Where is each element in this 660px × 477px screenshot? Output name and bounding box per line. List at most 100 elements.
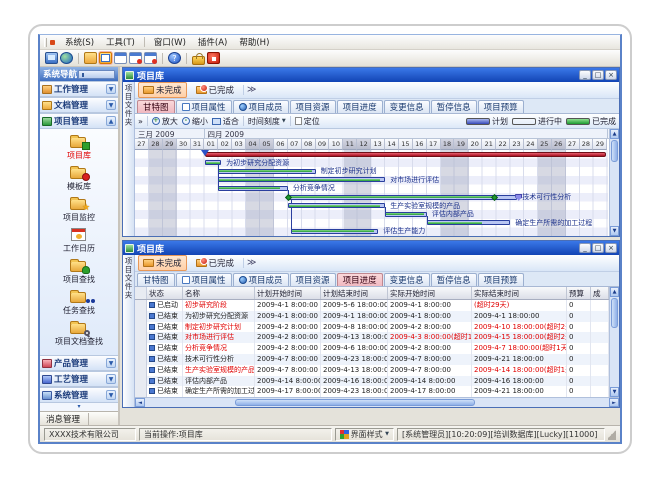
- task-bar[interactable]: [427, 220, 510, 225]
- chevron-icon[interactable]: ▼: [106, 358, 116, 368]
- tab-project-resources[interactable]: 项目资源: [290, 273, 336, 286]
- table-row[interactable]: 已结束为初步研究分配资源2009-4-1 8:00:002009-4-1 18:…: [135, 311, 609, 322]
- folder-window-icon[interactable]: [99, 52, 112, 64]
- toolbar-overflow[interactable]: ≫: [243, 85, 259, 95]
- tab-message-management[interactable]: 消息管理: [40, 411, 118, 425]
- scroll-up-icon[interactable]: ▲: [610, 287, 619, 297]
- tab-change-info[interactable]: 变更信息: [384, 273, 430, 286]
- minimize-button[interactable]: _: [579, 243, 591, 253]
- zoom-in-button[interactable]: +放大: [152, 116, 178, 127]
- task-bar[interactable]: [288, 195, 517, 200]
- help-icon[interactable]: [168, 52, 181, 64]
- gantt-window-titlebar[interactable]: 项目库 _ □ ×: [123, 68, 619, 82]
- window-badge-icon[interactable]: [129, 52, 142, 64]
- filter-unfinished-button[interactable]: 未完成: [138, 82, 187, 98]
- toolbar-overflow[interactable]: ≫: [243, 258, 259, 268]
- task-bar[interactable]: [385, 212, 427, 217]
- scroll-thumb[interactable]: [611, 298, 618, 328]
- globe-icon[interactable]: [60, 52, 73, 64]
- task-bar[interactable]: [218, 177, 385, 182]
- sidebar-section-project[interactable]: 项目管理▲: [40, 113, 118, 129]
- sidebar-item-project-library[interactable]: 项目库: [40, 132, 118, 163]
- filter-unfinished-button[interactable]: 未完成: [138, 255, 187, 271]
- ui-style-button[interactable]: 界面样式 ▼: [335, 428, 394, 441]
- menu-item[interactable]: 窗口(W): [148, 35, 192, 49]
- sidebar-item-project-find[interactable]: 项目查找: [40, 256, 118, 287]
- chevron-icon[interactable]: ▼: [106, 374, 116, 384]
- time-scale-dropdown[interactable]: 时间刻度▼: [248, 116, 286, 127]
- side-tab-project-folder[interactable]: 项目文件夹: [123, 82, 135, 236]
- scroll-thumb[interactable]: [235, 399, 475, 406]
- scroll-thumb[interactable]: [611, 140, 618, 162]
- window-mail-icon[interactable]: [114, 52, 127, 64]
- column-header-1[interactable]: 名称: [183, 287, 255, 299]
- task-bar[interactable]: [218, 169, 315, 174]
- gantt-vertical-scrollbar[interactable]: ▲ ▼: [609, 129, 619, 236]
- tab-gantt[interactable]: 甘特图: [137, 273, 175, 286]
- column-header-0[interactable]: 状态: [147, 287, 183, 299]
- scroll-down-icon[interactable]: ▼: [610, 387, 619, 397]
- table-vertical-scrollbar[interactable]: ▲ ▼: [609, 287, 619, 397]
- table-row[interactable]: 已结束技术可行性分析2009-4-7 8:00:002009-4-23 18:0…: [135, 354, 609, 365]
- table-window-titlebar[interactable]: 项目库 _ □ ×: [123, 241, 619, 255]
- gantt-chart[interactable]: 三月 2009四月 2009 2728293031010203040506070…: [135, 129, 609, 236]
- column-header-2[interactable]: 计划开始时间: [255, 287, 321, 299]
- table-row[interactable]: 已结束评估内部产品2009-4-14 8:00:002009-4-16 18:0…: [135, 376, 609, 387]
- sidebar-item-project-monitor[interactable]: ★项目监控: [40, 194, 118, 225]
- table-row[interactable]: 已启动初步研究阶段2009-4-1 8:00:002009-5-6 18:00:…: [135, 300, 609, 311]
- column-header-7[interactable]: 成: [591, 287, 609, 299]
- tab-project-progress[interactable]: 项目进度: [337, 273, 383, 286]
- tab-project-properties[interactable]: 项目属性: [176, 273, 232, 286]
- tab-gantt[interactable]: 甘特图: [137, 100, 175, 113]
- task-bar[interactable]: [218, 186, 288, 191]
- column-header-4[interactable]: 实际开始时间: [388, 287, 472, 299]
- table-row[interactable]: 已结束对市场进行评估2009-4-2 8:00:002009-4-13 18:0…: [135, 332, 609, 343]
- chevron-icon[interactable]: ▼: [106, 100, 116, 110]
- tab-project-budget[interactable]: 项目预算: [478, 100, 524, 113]
- sidebar-section-document[interactable]: 文档管理▼: [40, 97, 118, 113]
- menu-item[interactable]: 系统(S): [59, 35, 100, 49]
- resize-grip[interactable]: [608, 428, 616, 440]
- scroll-left-icon[interactable]: ◄: [135, 398, 145, 407]
- tab-project-progress[interactable]: 项目进度: [337, 100, 383, 113]
- table-row[interactable]: 已结束制定初步研究计划2009-4-2 8:00:002009-4-8 18:0…: [135, 322, 609, 333]
- fit-button[interactable]: 适合: [212, 116, 239, 127]
- chevron-icon[interactable]: ▼: [106, 390, 116, 400]
- tab-project-members[interactable]: 项目成员: [233, 273, 289, 286]
- menu-item[interactable]: 帮助(H): [233, 35, 275, 49]
- table-row[interactable]: 已结束确定生产所需的加工过程2009-4-17 8:00:002009-4-23…: [135, 386, 609, 397]
- filter-finished-button[interactable]: 已完成: [191, 82, 240, 98]
- task-bar[interactable]: [291, 229, 379, 234]
- maximize-button[interactable]: □: [592, 243, 604, 253]
- tab-project-properties[interactable]: 项目属性: [176, 100, 232, 113]
- lock-icon[interactable]: [192, 56, 205, 65]
- folder-icon[interactable]: [84, 52, 97, 64]
- task-bar[interactable]: [288, 203, 385, 208]
- chevron-icon[interactable]: ▼: [106, 84, 116, 94]
- close-button[interactable]: ×: [605, 243, 617, 253]
- maximize-button[interactable]: □: [592, 70, 604, 80]
- side-tab-project-folder[interactable]: 项目文件夹: [123, 255, 135, 407]
- tab-pause-info[interactable]: 暂停信息: [431, 273, 477, 286]
- sidebar-item-template-library[interactable]: 模板库: [40, 163, 118, 194]
- gantt-toolbar-overflow[interactable]: »: [138, 117, 143, 126]
- tab-project-resources[interactable]: 项目资源: [290, 100, 336, 113]
- sidebar-item-project-doc-find[interactable]: 项目文档查找: [40, 318, 118, 349]
- scroll-up-icon[interactable]: ▲: [610, 129, 619, 139]
- column-header-5[interactable]: 实际结束时间: [472, 287, 567, 299]
- monitor-icon[interactable]: [45, 52, 58, 64]
- menu-item[interactable]: 插件(A): [192, 35, 233, 49]
- collapse-chevron-icon[interactable]: ▾: [40, 403, 118, 411]
- sidebar-section-process[interactable]: 工艺管理▼: [40, 371, 118, 387]
- sidebar-item-work-calendar[interactable]: 工作日历: [40, 225, 118, 256]
- menu-item[interactable]: 工具(T): [100, 35, 141, 49]
- table-row[interactable]: 已结束生产实验室规模的产品2009-4-7 8:00:002009-4-13 1…: [135, 365, 609, 376]
- table-horizontal-scrollbar[interactable]: ◄ ►: [135, 397, 619, 407]
- tab-change-info[interactable]: 变更信息: [384, 100, 430, 113]
- sidebar-section-work[interactable]: 工作管理▼: [40, 81, 118, 97]
- column-header-6[interactable]: 预算: [567, 287, 591, 299]
- scroll-down-icon[interactable]: ▼: [610, 226, 619, 236]
- sidebar-section-system[interactable]: 系统管理▼: [40, 387, 118, 403]
- task-bar[interactable]: [205, 160, 222, 165]
- pin-icon[interactable]: [78, 70, 115, 79]
